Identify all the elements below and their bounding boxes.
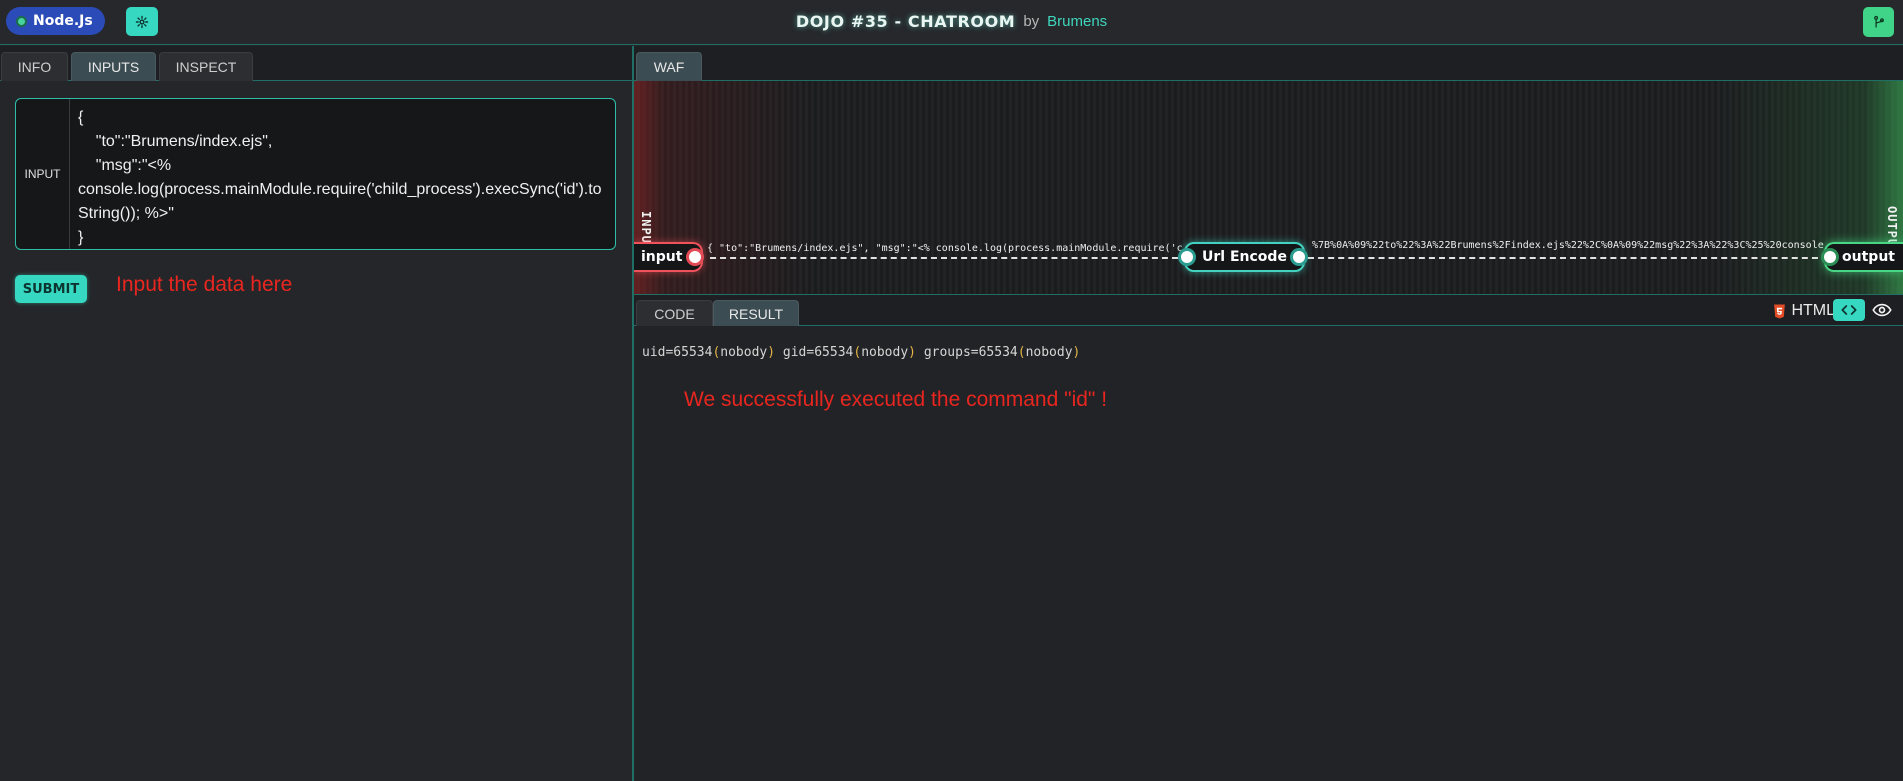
preview-view-toggle[interactable] (1869, 299, 1895, 321)
code-icon (1841, 305, 1857, 315)
tab-inspect[interactable]: INSPECT (159, 52, 253, 81)
right-panel: WAF INPUT OUTPUT { "to":"Brumens/index.e… (634, 46, 1903, 781)
title-wrap: DOJO #35 - CHATROOM by Brumens (0, 0, 1903, 43)
language-indicator: HTML (1773, 300, 1835, 322)
wire-encoded-payload: %7B%0A%09%22to%22%3A%22Brumens%2Findex.e… (1312, 240, 1824, 251)
groups-name: nobody (1025, 345, 1073, 360)
author-link[interactable]: Brumens (1047, 13, 1107, 30)
input-textarea[interactable]: { "to":"Brumens/index.ejs", "msg":"<% co… (78, 106, 608, 249)
command-output: uid=65534(nobody) gid=65534(nobody) grou… (642, 345, 1081, 360)
tab-info[interactable]: INFO (1, 52, 68, 81)
page-title: DOJO #35 - CHATROOM (795, 12, 1016, 31)
input-out-port[interactable] (686, 248, 704, 266)
submit-button[interactable]: SUBMIT (15, 275, 87, 303)
annotation-success-hint: We successfully executed the command "id… (684, 388, 1108, 411)
url-encode-in-port[interactable] (1178, 248, 1196, 266)
by-label: by (1023, 13, 1040, 30)
annotation-input-hint: Input the data here (116, 273, 293, 296)
uid-value: uid=65534 (642, 345, 713, 360)
top-header: Node.Js DOJO #35 - CHATROOM by Brumens (0, 0, 1903, 45)
node-input-label: input (641, 249, 683, 265)
input-editor[interactable]: INPUT { "to":"Brumens/index.ejs", "msg":… (15, 98, 616, 250)
wire-input-payload: { "to":"Brumens/index.ejs", "msg":"<% co… (707, 243, 1183, 254)
groups-value: groups=65534 (923, 345, 1018, 360)
url-encode-out-port[interactable] (1290, 248, 1308, 266)
node-url-encode[interactable]: Url Encode (1184, 242, 1305, 272)
node-output-label: output (1842, 249, 1895, 265)
tab-code[interactable]: CODE (636, 300, 713, 326)
code-view-toggle[interactable] (1833, 299, 1865, 321)
wire-input-to-encode (710, 257, 1188, 259)
output-in-port[interactable] (1821, 248, 1839, 266)
git-fork-icon (1873, 15, 1884, 28)
tab-inputs[interactable]: INPUTS (71, 52, 156, 81)
gid-value: gid=65534 (782, 345, 854, 360)
left-panel: INFO INPUTS INSPECT INPUT { "to":"Brumen… (0, 46, 632, 781)
tab-waf[interactable]: WAF (636, 52, 702, 81)
left-tab-bar: INFO INPUTS INSPECT (0, 46, 632, 81)
result-tab-bar: CODE RESULT (634, 295, 1903, 326)
waf-tab-bar: WAF (634, 46, 1903, 81)
gid-name: nobody (861, 345, 909, 360)
input-field-label: INPUT (16, 99, 70, 249)
language-label: HTML (1791, 302, 1835, 319)
tab-result[interactable]: RESULT (713, 300, 799, 326)
fork-button[interactable] (1863, 7, 1894, 37)
wire-encode-to-output (1308, 257, 1828, 259)
eye-icon (1872, 303, 1892, 317)
html5-icon (1774, 304, 1786, 318)
waf-pipeline-canvas[interactable]: INPUT OUTPUT { "to":"Brumens/index.ejs",… (634, 81, 1903, 295)
uid-name: nobody (720, 345, 768, 360)
node-url-encode-label: Url Encode (1202, 249, 1287, 265)
